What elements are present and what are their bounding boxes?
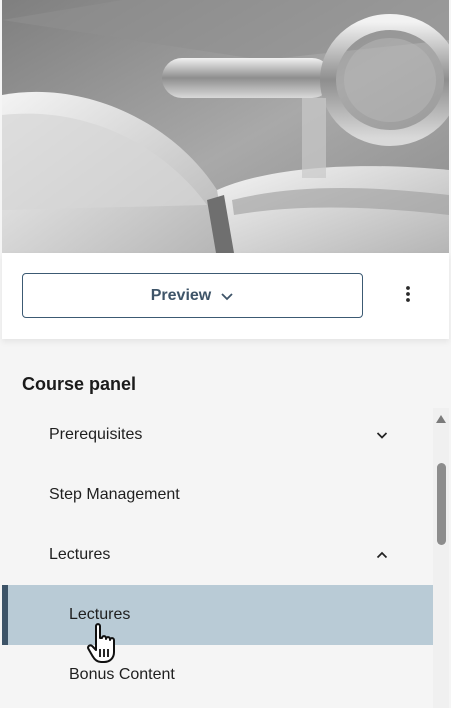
nav-item-step-management[interactable]: Step Management bbox=[2, 465, 433, 525]
scroll-up-arrow-icon[interactable] bbox=[436, 415, 446, 423]
nav-item-label: Prerequisites bbox=[49, 426, 143, 443]
course-panel-title: Course panel bbox=[22, 374, 137, 394]
chevron-down-icon bbox=[220, 289, 234, 303]
nav-item-label: Lectures bbox=[49, 546, 111, 563]
course-cover-image bbox=[2, 0, 449, 253]
nav-item-bonus-content[interactable]: Bonus Content bbox=[2, 645, 433, 705]
book-magnifier-illustration bbox=[2, 0, 449, 253]
course-toolbar: Preview bbox=[2, 253, 449, 339]
preview-button-label: Preview bbox=[150, 286, 212, 304]
more-options-button[interactable] bbox=[396, 283, 420, 309]
panel-scrollbar[interactable] bbox=[433, 408, 449, 708]
chevron-down-icon[interactable] bbox=[375, 428, 389, 442]
nav-item-lectures-section[interactable]: Lectures bbox=[2, 525, 433, 585]
nav-item-label: Bonus Content bbox=[69, 666, 175, 683]
nav-item-lectures[interactable]: Lectures bbox=[2, 585, 433, 645]
nav-item-label: Step Management bbox=[49, 486, 180, 503]
active-indicator bbox=[2, 585, 8, 645]
more-vertical-icon bbox=[406, 285, 410, 307]
nav-item-prerequisites[interactable]: Prerequisites bbox=[2, 405, 433, 465]
chevron-up-icon[interactable] bbox=[375, 548, 389, 562]
preview-button[interactable]: Preview bbox=[22, 273, 363, 318]
nav-item-label: Lectures bbox=[69, 606, 131, 623]
scrollbar-thumb[interactable] bbox=[437, 463, 446, 545]
